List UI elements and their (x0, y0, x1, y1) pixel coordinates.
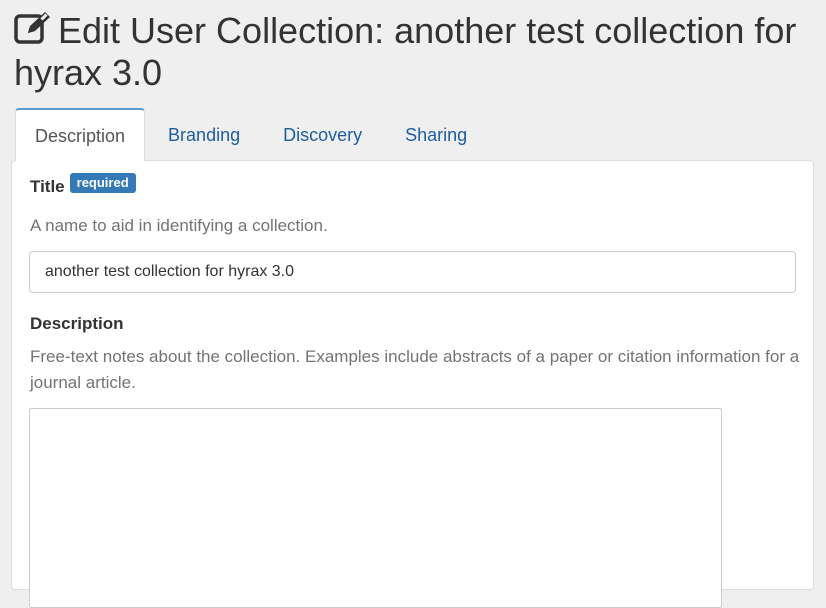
description-help-text: Free-text notes about the collection. Ex… (30, 347, 800, 392)
title-help-text: A name to aid in identifying a collectio… (30, 216, 328, 235)
title-label-row: Title required (30, 173, 136, 197)
page-title-text: Edit User Collection: another test colle… (14, 10, 797, 93)
description-label: Description (30, 314, 124, 333)
edit-icon (14, 10, 52, 46)
tab-discovery[interactable]: Discovery (263, 108, 382, 160)
title-input[interactable] (29, 251, 796, 293)
page-title: Edit User Collection: another test colle… (14, 10, 814, 94)
description-panel: Title required A name to aid in identify… (11, 160, 814, 608)
required-badge: required (69, 173, 136, 193)
tab-bar: Description Branding Discovery Sharing (15, 108, 490, 162)
title-label: Title (30, 177, 65, 196)
tab-branding[interactable]: Branding (148, 108, 260, 160)
tab-description[interactable]: Description (15, 108, 146, 162)
description-textarea[interactable] (29, 408, 722, 608)
tab-sharing[interactable]: Sharing (385, 108, 487, 160)
